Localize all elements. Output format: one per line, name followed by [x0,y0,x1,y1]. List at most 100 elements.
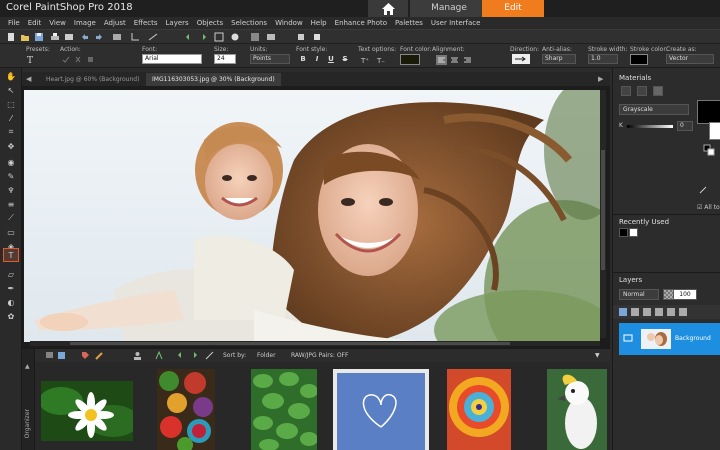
clone-tool-icon[interactable]: ♆ [3,184,19,196]
foreground-color-swatch[interactable] [697,100,720,124]
size-input[interactable]: 24 [214,54,236,64]
menu-image[interactable]: Image [70,17,100,29]
organizer-tag-icon[interactable] [81,351,90,360]
organizer-people-icon[interactable] [133,351,142,360]
materials-rainbow-icon[interactable] [637,86,647,96]
background-color-swatch[interactable] [709,122,720,140]
text-tool-icon[interactable]: T [3,248,19,262]
raw-jpg-pairs-toggle[interactable]: RAW/JPG Pairs: OFF [291,350,348,361]
paint-brush-icon[interactable]: ⟋ [3,212,19,224]
redo-icon[interactable] [94,32,104,42]
dropper-tool-icon[interactable]: ⁄ [3,112,19,124]
eraser-tool-icon[interactable]: ▭ [3,226,19,238]
menu-objects[interactable]: Objects [193,17,227,29]
recent-color-white[interactable] [629,228,638,237]
underline-button[interactable]: U [326,54,336,64]
canvas-vertical-scrollbar[interactable] [600,90,606,338]
tab-scroll-left-icon[interactable]: ◀ [26,72,31,86]
menu-selections[interactable]: Selections [227,17,271,29]
menu-palettes[interactable]: Palettes [391,17,427,29]
blend-mode-select[interactable]: Normal [619,289,659,300]
palette-icon[interactable] [250,32,260,42]
crop-icon[interactable] [130,32,140,42]
new-file-icon[interactable] [6,32,16,42]
organizer-collapse-icon[interactable]: ▼ [595,350,600,361]
materials-frame-icon[interactable] [621,86,631,96]
lightness-slider[interactable] [627,125,673,128]
menu-layers[interactable]: Layers [162,17,193,29]
color-mode-select[interactable]: Grayscale [619,104,689,115]
thumbnail-vegetables[interactable] [157,369,215,450]
thumbnail-heart[interactable] [333,369,429,450]
lightness-value[interactable]: 0 [677,121,693,131]
opacity-input[interactable]: 100 [673,289,697,300]
layer-row-background[interactable]: Background [619,323,720,355]
undo-icon[interactable] [80,32,90,42]
save-icon[interactable] [34,32,44,42]
organizer-view-icon[interactable] [57,351,66,360]
makeover-tool-icon[interactable]: ✎ [3,170,19,182]
pick-tool-icon[interactable]: ↖ [3,84,19,96]
crop-tool-icon[interactable]: ⌗ [3,126,19,138]
organizer-fix-icon[interactable] [205,351,214,360]
materials-swatches-icon[interactable] [653,86,663,96]
thumbnail-cockatoo[interactable] [547,369,607,450]
menu-help[interactable]: Help [307,17,331,29]
menu-view[interactable]: View [45,17,70,29]
menu-enhance-photo[interactable]: Enhance Photo [331,17,391,29]
document-tab-heart[interactable]: Heart.jpg @ 60% (Background) [40,73,145,86]
direction-icon[interactable] [512,54,530,64]
swap-colors-icon[interactable] [703,144,715,156]
tab-manage[interactable]: Manage [410,0,488,17]
all-tools-checkbox[interactable]: ☑ All to [697,204,720,211]
adjust-icon[interactable] [230,32,240,42]
menu-edit[interactable]: Edit [24,17,46,29]
stroke-color-swatch[interactable] [630,54,648,65]
recent-color-black[interactable] [619,228,628,237]
stroke-width-input[interactable]: 1.0 [588,54,618,64]
email-icon[interactable] [64,32,74,42]
alignment-icons[interactable] [436,55,476,65]
canvas-horizontal-scrollbar[interactable] [30,341,600,346]
antialias-select[interactable]: Sharp [542,54,576,64]
organizer-share-icon[interactable] [155,351,164,360]
pen-tool-icon[interactable]: ✒ [3,282,19,294]
organizer-rotate-left-icon[interactable] [177,351,186,360]
red-eye-tool-icon[interactable]: ◉ [3,156,19,168]
straighten-icon[interactable] [148,32,158,42]
workspace-icon[interactable] [266,32,276,42]
tab-edit[interactable]: Edit [482,0,544,17]
copy-icon[interactable] [312,32,322,42]
visibility-eye-icon[interactable] [623,333,633,343]
picture-tube-icon[interactable]: ✿ [3,310,19,322]
home-button[interactable] [368,0,408,17]
menu-effects[interactable]: Effects [130,17,162,29]
organizer-list-icon[interactable] [45,351,54,360]
organizer-pin-icon[interactable]: ▲ [25,363,30,370]
rotate-right-icon[interactable] [198,32,208,42]
menu-user-interface[interactable]: User Interface [427,17,485,29]
selection-tool-icon[interactable]: ⬚ [3,98,19,110]
thumbnail-flower[interactable] [41,381,133,441]
scratch-remover-icon[interactable]: ≡ [3,198,19,210]
font-color-swatch[interactable] [400,54,420,65]
document-tab-img[interactable]: IMG116303053.jpg @ 30% (Background) [146,73,281,86]
screenshot-icon[interactable] [112,32,122,42]
units-select[interactable]: Points [250,54,290,64]
font-input[interactable]: Arial [142,54,202,64]
rotate-left-icon[interactable] [184,32,194,42]
text-preset-icon[interactable]: T [26,55,38,64]
create-as-select[interactable]: Vector [666,54,714,64]
layers-icon[interactable] [296,32,306,42]
layer-action-icons[interactable] [619,307,699,317]
organizer-rotate-right-icon[interactable] [189,351,198,360]
organizer-edit-icon[interactable] [95,351,104,360]
menu-adjust[interactable]: Adjust [100,17,130,29]
dodge-tool-icon[interactable]: ◐ [3,296,19,308]
pan-tool-icon[interactable]: ✋ [3,70,19,82]
open-folder-icon[interactable] [20,32,30,42]
shape-tool-icon[interactable]: ▱ [3,268,19,280]
resize-icon[interactable] [214,32,224,42]
thumbnail-leaves[interactable] [251,369,317,450]
print-icon[interactable] [50,32,60,42]
